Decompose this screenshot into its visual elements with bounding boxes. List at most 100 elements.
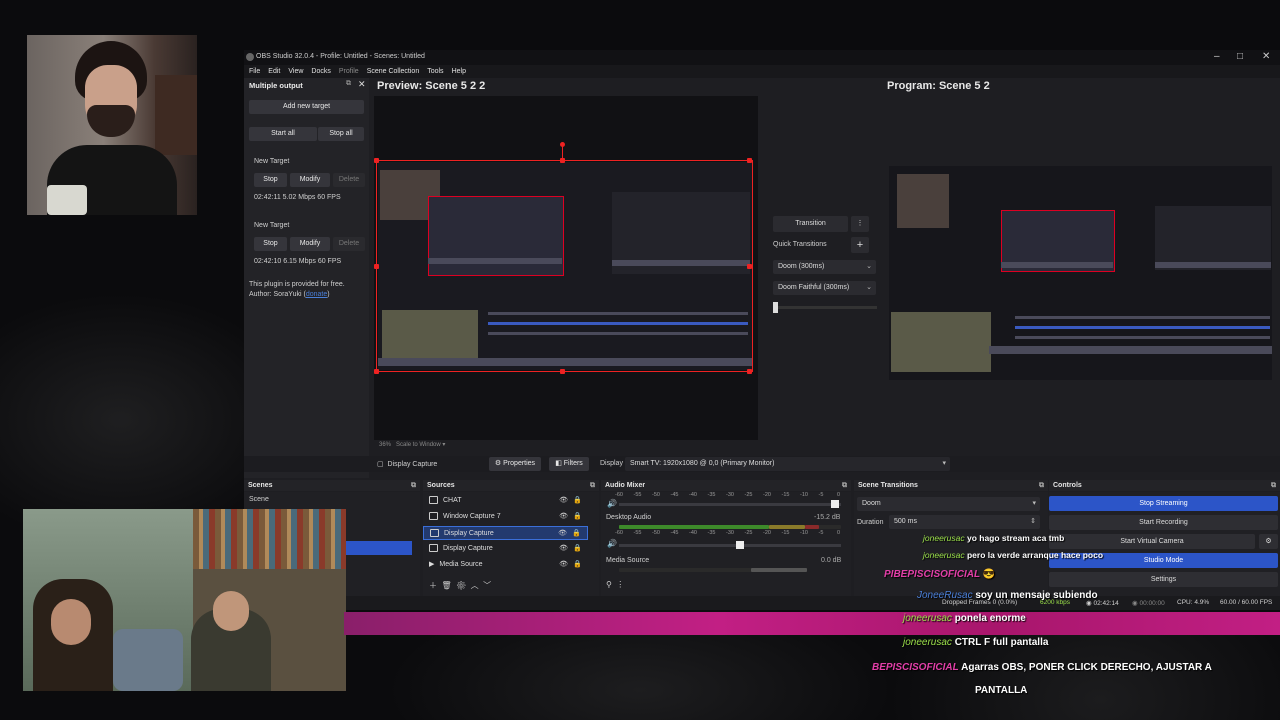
display-label: Display xyxy=(600,460,623,467)
transition-select[interactable]: Doom ▾ xyxy=(857,497,1040,511)
settings-button[interactable]: Settings xyxy=(1049,572,1278,587)
program-title: Program: Scene 5 2 xyxy=(887,80,990,92)
properties-button[interactable]: ⚙ Properties xyxy=(489,457,541,471)
mixer-scale-tick: -40 xyxy=(689,492,697,498)
mixer-scale-tick: -5 xyxy=(818,530,824,536)
chat-message-3: PIBEPISCISOFICIAL 😎 xyxy=(884,569,996,580)
overlay-pink-bar xyxy=(344,612,1280,635)
mixer-scale-tick: -30 xyxy=(726,492,734,498)
maximize-button[interactable]: □ xyxy=(1237,51,1243,62)
target-1-modify-button[interactable]: Modify xyxy=(290,173,330,187)
desktop-volume-handle[interactable] xyxy=(831,500,839,508)
selection-box[interactable] xyxy=(376,160,753,372)
float-dock-icon[interactable]: ⧉ xyxy=(346,80,351,88)
mixer-scale-tick: -50 xyxy=(652,530,660,536)
mixer-scale-tick: -10 xyxy=(800,492,808,498)
display-capture-toolbar-label: ▢ Display Capture xyxy=(377,461,438,468)
media-volume-slider[interactable] xyxy=(619,544,841,547)
controls-dock: Stop Streaming Start Recording Start Vir… xyxy=(1049,492,1280,596)
cpu-usage: CPU: 4.9% xyxy=(1177,599,1210,606)
add-target-button[interactable]: Add new target xyxy=(249,100,364,114)
start-recording-button[interactable]: Start Recording xyxy=(1049,515,1278,530)
start-virtual-camera-button[interactable]: Start Virtual Camera xyxy=(1049,534,1255,549)
desktop-volume-slider[interactable] xyxy=(619,503,841,506)
source-media-source[interactable]: ▶ Media Source 👁 🔒 xyxy=(423,558,588,572)
preview-canvas[interactable] xyxy=(374,96,758,440)
menu-view[interactable]: View xyxy=(288,65,303,78)
mixer-scale-1: -60 -55 -50 -45 -40 -35 -30 -25 -20 -15 -10 -5 0 xyxy=(615,492,841,500)
mixer-scale-tick: -25 xyxy=(744,492,753,498)
scenes-dock-header: Scenes ⧉ xyxy=(244,480,420,491)
mixer-scale-tick: -10 xyxy=(800,530,808,536)
scene-item[interactable]: Scene xyxy=(249,496,269,503)
source-display-capture[interactable]: Display Capture 👁 🔒 xyxy=(423,542,588,556)
volume-icon-2[interactable]: 🔊 xyxy=(607,539,617,548)
stop-streaming-button[interactable]: Stop Streaming xyxy=(1049,496,1278,511)
menu-tools[interactable]: Tools xyxy=(427,65,443,78)
sources-toolbar[interactable]: ＋ 🗑 ⚙ ︿ ﹀ xyxy=(429,580,491,591)
target-2-stop-button[interactable]: Stop xyxy=(254,237,287,251)
close-dock-icon[interactable]: ✕ xyxy=(358,79,366,90)
media-volume-handle[interactable] xyxy=(736,541,744,549)
transition-button[interactable]: Transition xyxy=(773,216,848,232)
quick-transition-doom-faithful[interactable]: Doom Faithful (300ms) ⌄ xyxy=(773,281,876,295)
media-source-db: 0.0 dB xyxy=(821,557,842,564)
target-1-name: New Target xyxy=(254,158,290,165)
source-display-capture-selected[interactable]: Display Capture 👁 🔒 xyxy=(423,526,588,540)
plugin-author: Author: SoraYuki (donate) xyxy=(249,291,330,298)
mixer-scale-tick: -15 xyxy=(781,530,790,536)
target-2-modify-button[interactable]: Modify xyxy=(290,237,330,251)
webcam-top xyxy=(27,35,197,215)
menu-bar: File Edit View Docks Profile Scene Collection… xyxy=(244,65,1280,78)
chat-message-7-cont: PANTALLA xyxy=(975,685,1028,696)
mixer-scale-tick: -45 xyxy=(670,492,679,498)
scene-transitions-dock: Doom ▾ Duration 500 ms ⇕ xyxy=(854,492,1048,596)
volume-icon[interactable]: 🔊 xyxy=(607,499,617,508)
mixer-scale-tick: -35 xyxy=(707,530,716,536)
stop-all-button[interactable]: Stop all xyxy=(318,127,364,141)
menu-profile[interactable]: Profile xyxy=(339,65,359,78)
donate-link[interactable]: donate xyxy=(306,291,327,298)
filters-button[interactable]: ◧ Filters xyxy=(549,457,589,471)
chat-message-5: joneerusac ponela enorme xyxy=(903,613,1026,624)
target-2-delete-button[interactable]: Delete xyxy=(333,237,365,251)
menu-docks[interactable]: Docks xyxy=(311,65,330,78)
duration-input[interactable]: 500 ms ⇕ xyxy=(889,515,1040,529)
scene-selected-row[interactable] xyxy=(346,541,412,555)
quick-transitions-label: Quick Transitions xyxy=(773,241,827,248)
plugin-note: This plugin is provided for free. xyxy=(249,281,345,288)
window-title: OBS Studio 32.0.4 - Profile: Untitled - … xyxy=(256,53,425,60)
fps: 60.00 / 60.00 FPS xyxy=(1220,599,1273,606)
channel-media-source: Media Source xyxy=(606,557,650,564)
menu-scene-collection[interactable]: Scene Collection xyxy=(367,65,420,78)
t-bar-slider[interactable] xyxy=(773,306,877,309)
source-chat[interactable]: CHAT 👁 🔒 xyxy=(423,494,588,508)
virtual-camera-settings-icon[interactable]: ⚙ xyxy=(1259,534,1278,549)
mixer-scale-2: -60 -55 -50 -45 -40 -35 -30 -25 -20 -15 -10 -5 0 xyxy=(615,530,841,538)
rec-time: ◉ 00:00:00 xyxy=(1132,600,1165,607)
target-1-delete-button[interactable]: Delete xyxy=(333,173,365,187)
target-1-stop-button[interactable]: Stop xyxy=(254,173,287,187)
target-2-name: New Target xyxy=(254,222,290,229)
obs-logo-icon xyxy=(246,53,254,61)
t-bar-handle[interactable] xyxy=(773,302,778,313)
start-all-button[interactable]: Start all xyxy=(249,127,317,141)
close-button[interactable]: ✕ xyxy=(1262,51,1270,62)
minimize-button[interactable]: – xyxy=(1214,51,1220,62)
mixer-toolbar[interactable]: ⚲ ⋮ xyxy=(606,580,624,589)
display-select[interactable]: Smart TV: 1920x1080 @ 0,0 (Primary Monit… xyxy=(625,457,950,471)
program-canvas xyxy=(889,166,1272,380)
menu-help[interactable]: Help xyxy=(452,65,466,78)
quick-transition-doom[interactable]: Doom (300ms) ⌄ xyxy=(773,260,876,274)
menu-edit[interactable]: Edit xyxy=(268,65,280,78)
channel-desktop-audio: Desktop Audio xyxy=(606,514,652,521)
source-window-capture[interactable]: Window Capture 7 👁 🔒 xyxy=(423,510,588,524)
mixer-scale-tick: -40 xyxy=(689,530,697,536)
transition-menu-icon[interactable]: ⋮ xyxy=(851,216,869,232)
sources-dock-header: Sources ⧉ xyxy=(423,480,599,491)
menu-file[interactable]: File xyxy=(249,65,260,78)
add-quick-transition-icon[interactable]: + xyxy=(851,237,869,253)
audio-mixer-dock: -60 -55 -50 -45 -40 -35 -30 -25 -20 -15 -10 -5 0 🔊 D… xyxy=(601,492,851,596)
zoom-level[interactable]: 36% Scale to Window ▾ xyxy=(379,441,445,448)
multiple-output-title: Multiple output xyxy=(249,81,303,90)
